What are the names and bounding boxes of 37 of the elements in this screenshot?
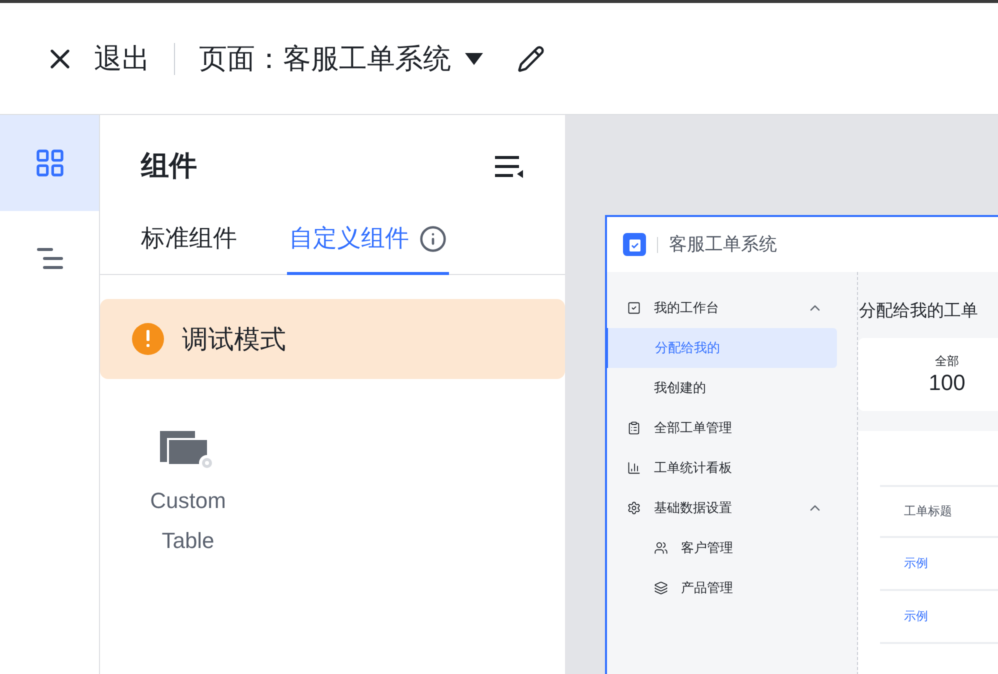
nav-group-item[interactable]: 我的工作台 — [607, 288, 835, 328]
nav-item[interactable]: 产品管理 — [607, 568, 837, 608]
debug-mode-text: 调试模式 — [182, 322, 286, 356]
stat-value: 100 — [928, 370, 966, 396]
warning-icon — [132, 323, 164, 355]
stat-label: 全部 — [935, 353, 959, 370]
component-tab[interactable]: 自定义组件 — [287, 205, 449, 275]
settings-icon — [627, 501, 641, 515]
table-header-cell: 工单标题 — [880, 484, 998, 538]
section-title: 分配给我的工单 — [858, 300, 979, 322]
grid-icon — [34, 147, 66, 179]
nav-group-item[interactable]: 工单统计看板 — [607, 448, 835, 488]
collapse-list-icon[interactable] — [495, 154, 523, 178]
app-logo-icon — [623, 233, 646, 256]
table-link[interactable]: 示例 — [880, 554, 928, 572]
exit-button[interactable]: 退出 — [94, 38, 150, 80]
layers-icon — [654, 581, 668, 595]
nav-item[interactable]: 我创建的 — [607, 368, 837, 408]
app-title: 客服工单系统 — [669, 233, 777, 256]
nav-group-item[interactable]: 基础数据设置 — [607, 488, 835, 528]
component-tab[interactable]: 标准组件 — [141, 205, 237, 275]
table-link[interactable]: 示例 — [880, 607, 928, 625]
outline-icon — [36, 248, 62, 270]
component-item[interactable]: Custom Table — [138, 431, 238, 561]
checkbox-icon — [627, 301, 641, 315]
info-icon[interactable] — [419, 224, 447, 252]
components-rail-button[interactable] — [0, 115, 99, 211]
users-icon — [654, 541, 668, 555]
clipboard-icon — [627, 421, 641, 435]
nav-item[interactable]: 分配给我的 — [605, 328, 837, 368]
nav-item[interactable]: 客户管理 — [607, 528, 837, 568]
page-title: 页面：客服工单系统 — [199, 42, 451, 76]
nav-group-item[interactable]: 全部工单管理 — [607, 408, 835, 448]
panel-title: 组件 — [141, 149, 197, 183]
edit-icon[interactable] — [517, 44, 545, 72]
dropdown-caret-icon[interactable] — [465, 52, 483, 64]
bar-chart-icon — [627, 461, 641, 475]
